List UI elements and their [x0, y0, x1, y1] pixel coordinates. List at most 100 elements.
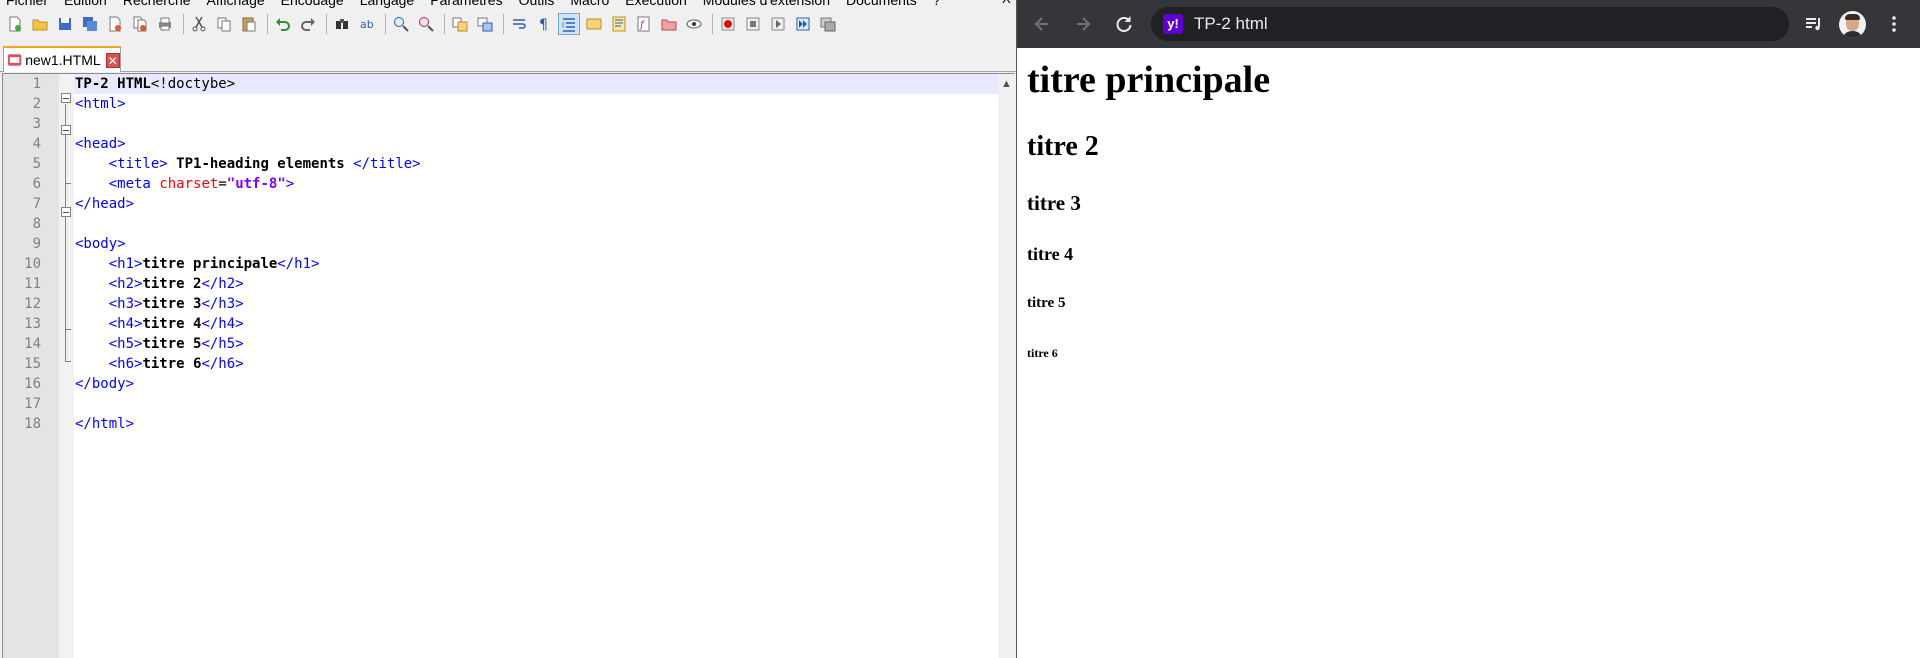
indent-guide-icon[interactable]: [558, 13, 580, 35]
menu-langage[interactable]: Langage: [354, 0, 425, 8]
vertical-scrollbar[interactable]: ▲: [998, 74, 1015, 658]
function-list-icon[interactable]: f: [633, 13, 655, 35]
line-number: 4: [32, 136, 41, 152]
code-token: TP-2 HTML: [75, 76, 151, 92]
line-number: 7: [32, 196, 41, 212]
reload-icon[interactable]: [1109, 9, 1139, 39]
show-all-characters-icon[interactable]: ¶: [533, 13, 555, 35]
forward-arrow-icon[interactable]: [1068, 9, 1098, 39]
code-token: titre 5: [142, 336, 202, 352]
menu-documents[interactable]: Documents: [840, 0, 927, 8]
code-line-6: <meta charset="utf-8">: [74, 174, 998, 194]
paste-icon[interactable]: [238, 13, 260, 35]
save-icon[interactable]: [54, 13, 76, 35]
code-token: titre 4: [142, 316, 202, 332]
close-file-icon[interactable]: [104, 13, 126, 35]
redo-icon[interactable]: [297, 13, 319, 35]
page-viewport: titre principale titre 2 titre 3 titre 4…: [1017, 48, 1920, 658]
menu-encodage[interactable]: Encodage: [275, 0, 354, 8]
back-arrow-icon[interactable]: [1027, 9, 1057, 39]
line-number: 18: [24, 416, 41, 432]
undo-icon[interactable]: [272, 13, 294, 35]
play-multiple-macro-icon[interactable]: [792, 13, 814, 35]
code-token: titre 2: [142, 276, 202, 292]
fold-toggle-icon[interactable]: [61, 207, 71, 217]
code-editor[interactable]: 1 2 3 4 5 6 7 8 9 10 11 12 13 14 15 16 1…: [2, 73, 1015, 658]
svg-text:ab: ab: [360, 18, 374, 31]
sync-horizontal-icon[interactable]: [474, 13, 496, 35]
tab-close-icon[interactable]: ✕: [105, 52, 120, 68]
heading-h5: titre 5: [1027, 295, 1066, 311]
code-line-13: <h4>titre 4</h4>: [74, 314, 998, 334]
line-number: 14: [24, 336, 41, 352]
code-token: </h5>: [201, 336, 244, 352]
menu-modules[interactable]: Modules d'extension: [697, 0, 840, 8]
save-all-icon[interactable]: [79, 13, 101, 35]
code-token: </title>: [353, 156, 421, 172]
avatar-hair: [1845, 14, 1860, 20]
address-bar[interactable]: y! TP-2 html: [1151, 7, 1789, 41]
play-macro-icon[interactable]: [767, 13, 789, 35]
menu-affichage[interactable]: Affichage: [201, 0, 275, 8]
new-file-icon[interactable]: [4, 13, 26, 35]
copy-icon[interactable]: [213, 13, 235, 35]
code-text-area[interactable]: TP-2 HTML<!doctybe> <html> <head> <title…: [74, 74, 998, 658]
avatar-shirt: [1842, 31, 1863, 38]
stop-macro-icon[interactable]: [742, 13, 764, 35]
menu-outils[interactable]: Outils: [513, 0, 565, 8]
user-language-icon[interactable]: [583, 13, 605, 35]
more-menu-icon[interactable]: [1879, 9, 1909, 39]
print-icon[interactable]: [154, 13, 176, 35]
zoom-out-icon[interactable]: [415, 13, 437, 35]
line-number: 8: [32, 216, 41, 232]
sync-vertical-icon[interactable]: [449, 13, 471, 35]
toolbar-separator: [326, 14, 327, 34]
fold-toggle-icon[interactable]: [61, 93, 71, 103]
menu-edition[interactable]: Édition: [58, 0, 117, 8]
code-token: </h1>: [277, 256, 320, 272]
code-token: titre principale: [142, 256, 278, 272]
profile-avatar[interactable]: [1839, 11, 1866, 38]
menu-fichier[interactable]: Fichier: [0, 0, 58, 8]
line-number: 16: [24, 376, 41, 392]
record-macro-icon[interactable]: [717, 13, 739, 35]
menu-execution[interactable]: Exécution: [619, 0, 696, 8]
code-line-12: <h3>titre 3</h3>: [74, 294, 998, 314]
code-token: </h6>: [201, 356, 244, 372]
code-token: </body>: [75, 376, 135, 392]
close-document-button[interactable]: X: [1002, 0, 1016, 6]
close-all-icon[interactable]: [129, 13, 151, 35]
doc-map-icon[interactable]: [608, 13, 630, 35]
save-macro-icon[interactable]: [817, 13, 839, 35]
zoom-in-icon[interactable]: [390, 13, 412, 35]
browser-toolbar: y! TP-2 html: [1017, 0, 1920, 48]
fold-toggle-icon[interactable]: [61, 125, 71, 135]
code-token: titre 6: [142, 356, 202, 372]
media-controls-icon[interactable]: [1799, 9, 1829, 39]
scroll-up-icon[interactable]: ▲: [998, 76, 1015, 93]
unsaved-file-icon: [7, 54, 22, 66]
code-line-14: <h5>titre 5</h5>: [74, 334, 998, 354]
cut-icon[interactable]: [188, 13, 210, 35]
line-number: 3: [32, 116, 41, 132]
code-token: titre 3: [142, 296, 202, 312]
find-icon[interactable]: [331, 13, 353, 35]
fold-guide-line: [65, 104, 66, 344]
menu-parametres[interactable]: Paramètres: [424, 0, 512, 8]
replace-icon[interactable]: ab: [356, 13, 378, 35]
tab-label: new1.HTML: [25, 52, 101, 68]
open-file-icon[interactable]: [29, 13, 51, 35]
code-token: "utf-8": [226, 176, 286, 192]
menu-recherche[interactable]: Recherche: [117, 0, 201, 8]
toolbar-separator: [503, 14, 504, 34]
tab-new1-html[interactable]: new1.HTML ✕: [3, 46, 121, 72]
menu-help[interactable]: ?: [927, 0, 951, 8]
folder-workspace-icon[interactable]: [658, 13, 680, 35]
monitoring-eye-icon[interactable]: [683, 13, 705, 35]
menu-macro[interactable]: Macro: [564, 0, 619, 8]
toolbar-separator: [444, 14, 445, 34]
address-bar-text: TP-2 html: [1194, 14, 1268, 33]
code-token: </h3>: [201, 296, 244, 312]
fold-margin: [59, 74, 74, 658]
word-wrap-icon[interactable]: [508, 13, 530, 35]
